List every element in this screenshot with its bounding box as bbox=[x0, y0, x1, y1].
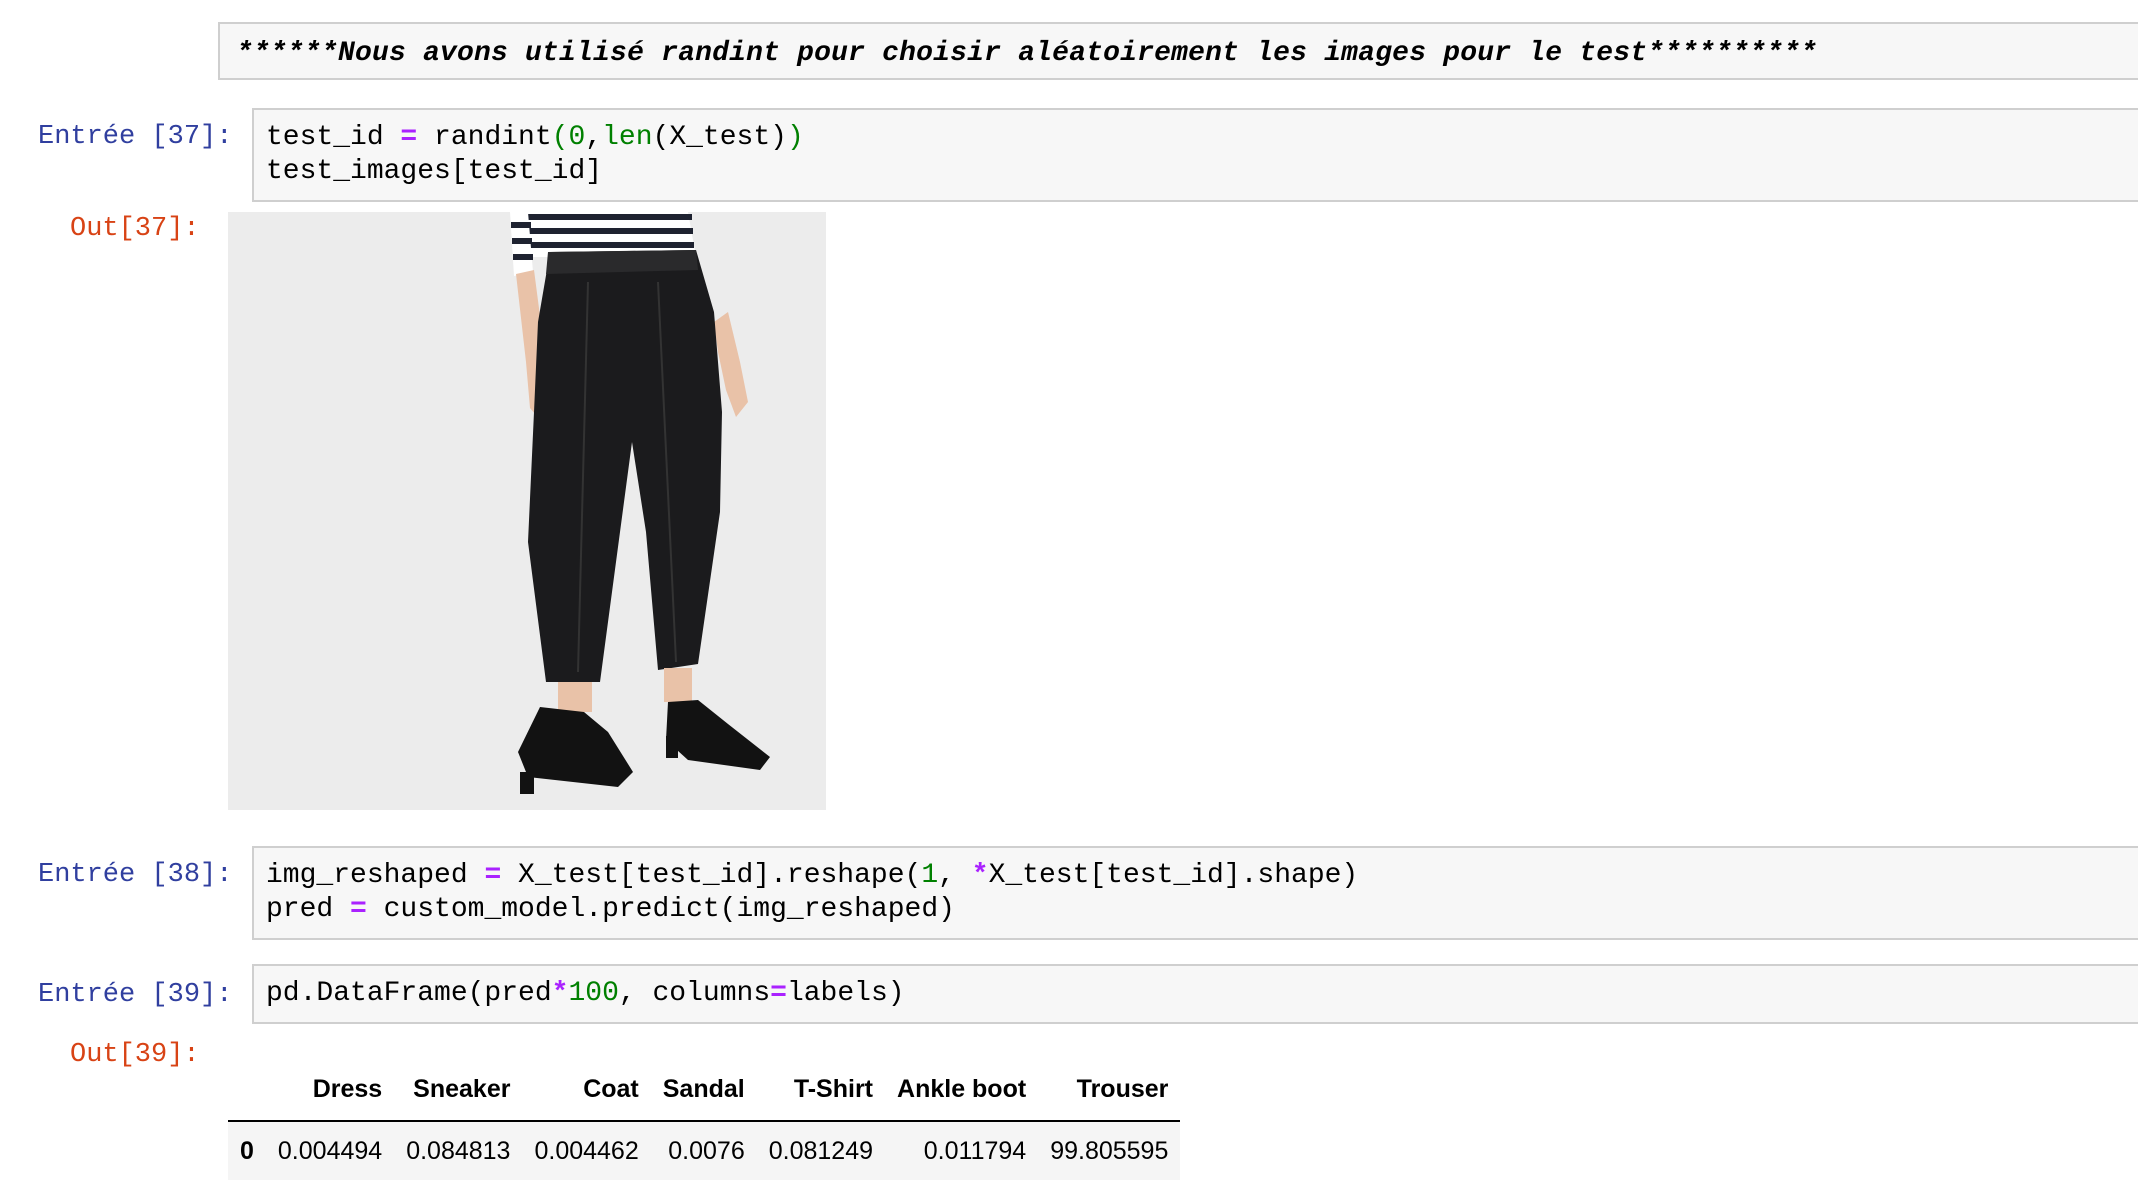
in-prompt-39: Entrée [39]: bbox=[38, 980, 233, 1010]
table-cell: 0.004462 bbox=[522, 1121, 651, 1180]
markdown-text: ******Nous avons utilisé randint pour ch… bbox=[236, 38, 1818, 69]
column-header: Sneaker bbox=[394, 1062, 523, 1122]
code-line: test_id = randint(0,len(X_test)) bbox=[266, 122, 804, 153]
code-cell-39[interactable]: pd.DataFrame(pred*100, columns=labels) bbox=[252, 964, 2138, 1024]
table-header-row: Dress Sneaker Coat Sandal T-Shirt Ankle … bbox=[228, 1062, 1181, 1122]
output-image bbox=[228, 212, 826, 810]
table-cell: 0.004494 bbox=[265, 1121, 395, 1180]
code-line: test_images[test_id] bbox=[266, 156, 603, 187]
table-cell: 0.084813 bbox=[394, 1121, 523, 1180]
dataframe-table: Dress Sneaker Coat Sandal T-Shirt Ankle … bbox=[228, 1062, 1181, 1180]
code-line: pred = custom_model.predict(img_reshaped… bbox=[266, 894, 955, 925]
code-cell-38[interactable]: img_reshaped = X_test[test_id].reshape(1… bbox=[252, 846, 2138, 940]
table-cell: 0.0076 bbox=[650, 1121, 757, 1180]
column-header: Coat bbox=[522, 1062, 651, 1122]
code-line: pd.DataFrame(pred*100, columns=labels) bbox=[266, 978, 905, 1009]
table-cell: 0.081249 bbox=[756, 1121, 886, 1180]
table-cell: 99.805595 bbox=[1038, 1121, 1181, 1180]
out-prompt-37: Out[37]: bbox=[70, 214, 200, 244]
code-line: img_reshaped = X_test[test_id].reshape(1… bbox=[266, 860, 1359, 891]
column-header bbox=[228, 1062, 266, 1122]
in-prompt-37: Entrée [37]: bbox=[38, 122, 233, 152]
table-cell: 0.011794 bbox=[885, 1121, 1039, 1180]
column-header: Sandal bbox=[650, 1062, 757, 1122]
trousers-photo-icon bbox=[228, 212, 826, 810]
out-prompt-39: Out[39]: bbox=[70, 1040, 200, 1070]
markdown-cell[interactable]: ******Nous avons utilisé randint pour ch… bbox=[218, 22, 2138, 80]
column-header: Trouser bbox=[1038, 1062, 1181, 1122]
column-header: Dress bbox=[265, 1062, 395, 1122]
row-index: 0 bbox=[228, 1121, 266, 1180]
column-header: Ankle boot bbox=[885, 1062, 1039, 1122]
in-prompt-38: Entrée [38]: bbox=[38, 860, 233, 890]
column-header: T-Shirt bbox=[756, 1062, 886, 1122]
table-row: 0 0.004494 0.084813 0.004462 0.0076 0.08… bbox=[228, 1121, 1181, 1180]
code-cell-37[interactable]: test_id = randint(0,len(X_test)) test_im… bbox=[252, 108, 2138, 202]
